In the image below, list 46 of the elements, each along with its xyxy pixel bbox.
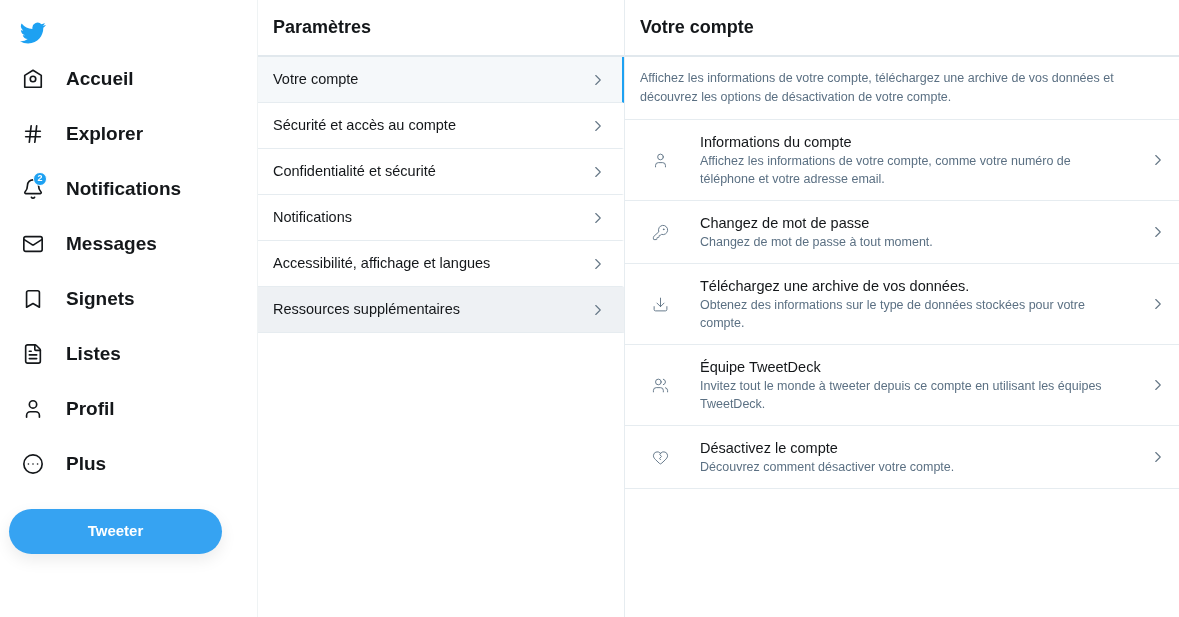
more-icon: [22, 453, 44, 475]
option-title: Téléchargez une archive de vos données.: [700, 277, 971, 296]
nav-link[interactable]: Accueil: [20, 61, 257, 97]
hash-icon: [22, 123, 44, 145]
settings-label: Notifications: [273, 207, 352, 227]
option-title: Désactivez le compte: [700, 439, 839, 458]
panel-title: Votre compte: [640, 16, 754, 39]
settings-item[interactable]: Ressources supplémentaires: [258, 287, 624, 333]
option-subtitle: Obtenez des informations sur le type de données stockées pour votre compte.: [700, 297, 1086, 332]
account-option[interactable]: Changez de mot de passe Changez de mot de passe à tout moment.: [625, 201, 1179, 264]
option-title: Informations du compte: [700, 133, 853, 152]
people-icon: [652, 376, 669, 394]
download-icon: [652, 295, 669, 313]
account-option[interactable]: Équipe TweetDeck Invitez tout le monde à tweeter depuis ce compte en utilisant les équipes TweetDeck.: [625, 345, 1179, 426]
option-subtitle: Changez de mot de passe à tout moment.: [700, 234, 934, 251]
nav-link[interactable]: 2 Notifications: [20, 171, 257, 207]
nav-link[interactable]: Profil: [20, 391, 257, 427]
option-subtitle: Invitez tout le monde à tweeter depuis ce compte en utilisant les équipes TweetDeck.: [700, 378, 1103, 413]
option-title: Changez de mot de passe: [700, 214, 871, 233]
account-option[interactable]: Téléchargez une archive de vos données. Obtenez des informations sur le type de données stockées pour votre compte.: [625, 264, 1179, 345]
nav-link[interactable]: Explorer: [20, 116, 257, 152]
account-option[interactable]: Désactivez le compte Découvrez comment désactiver votre compte.: [625, 426, 1179, 489]
settings-label: Accessibilité, affichage et langues: [273, 253, 491, 273]
nav-link[interactable]: Plus: [20, 446, 257, 482]
notification-badge: 2: [33, 172, 47, 186]
option-subtitle: Affichez les informations de votre compte, comme votre numéro de téléphone et votre adresse email.: [700, 153, 1072, 188]
settings-label: Votre compte: [273, 69, 359, 89]
key-icon: [652, 223, 669, 241]
person-icon: [652, 151, 669, 169]
nav-link[interactable]: Messages: [20, 226, 257, 262]
option-subtitle: Découvrez comment désactiver votre compte.: [700, 459, 956, 476]
panel-title: Paramètres: [273, 16, 372, 39]
settings-label: Ressources supplémentaires: [273, 299, 460, 319]
section-description: Affichez les informations de votre compte, téléchargez une archive de vos données et découvrez les options de désactivation de votre compte.: [625, 57, 1179, 120]
envelope-icon: [22, 233, 44, 255]
settings-label: Confidentialité et sécurité: [273, 161, 436, 181]
nav-link[interactable]: Listes: [20, 336, 257, 372]
settings-label: Sécurité et accès au compte: [273, 115, 456, 135]
nav-link[interactable]: Signets: [20, 281, 257, 317]
home-icon: [22, 68, 44, 90]
broken-heart-icon: [652, 448, 669, 466]
list-icon: [22, 343, 44, 365]
account-option[interactable]: Informations du compte Affichez les informations de votre compte, comme votre numéro de téléphone et votre adresse email.: [625, 120, 1179, 201]
settings-item[interactable]: Votre compte: [258, 57, 624, 103]
bird-logo-icon[interactable]: [20, 20, 46, 46]
option-title: Équipe TweetDeck: [700, 358, 822, 377]
